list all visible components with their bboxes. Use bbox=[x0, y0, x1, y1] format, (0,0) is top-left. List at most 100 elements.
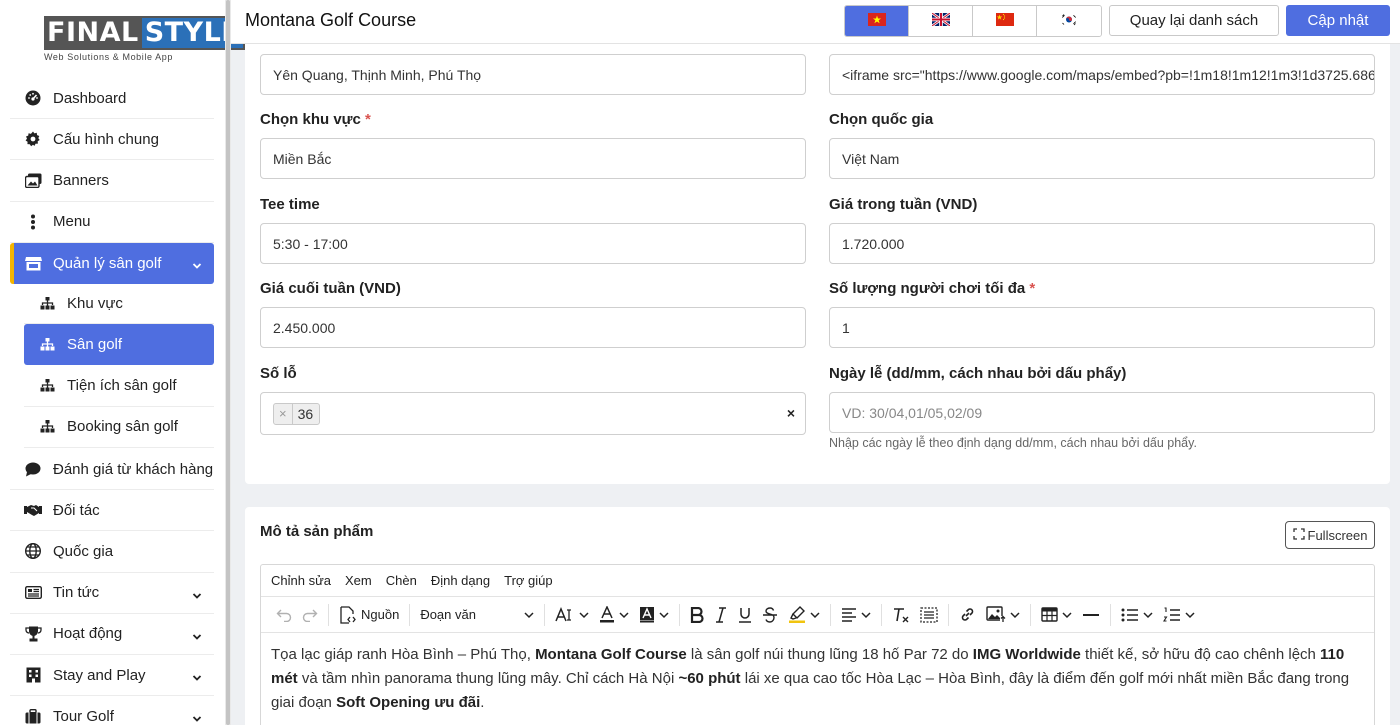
sidebar-subitem-region[interactable]: Khu vực bbox=[24, 283, 214, 325]
weekday-price-input[interactable]: 1.720.000 bbox=[829, 223, 1375, 264]
content-bold: IMG Worldwide bbox=[972, 646, 1081, 663]
sidebar-item-label: Tin tức bbox=[53, 584, 100, 602]
update-button[interactable]: Cập nhật bbox=[1286, 5, 1390, 36]
content-bold: Soft Opening ưu đãi bbox=[336, 694, 481, 711]
toolbar-separator bbox=[328, 603, 329, 626]
table-button[interactable] bbox=[1036, 601, 1077, 629]
insert-image-button[interactable] bbox=[981, 601, 1025, 629]
sidebar-item-label: Menu bbox=[53, 213, 91, 231]
weekday-price-field-label: Giá trong tuần (VND) bbox=[829, 196, 977, 213]
sidebar-item-menu[interactable]: Menu bbox=[10, 202, 214, 243]
menu-format[interactable]: Định dạng bbox=[431, 573, 490, 588]
country-label: Chọn quốc gia bbox=[829, 111, 934, 128]
sidebar-item-partners[interactable]: Đối tác bbox=[10, 490, 214, 532]
tee-time-field-label: Tee time bbox=[260, 196, 320, 213]
source-code-button[interactable]: Nguồn bbox=[334, 601, 404, 629]
menu-edit[interactable]: Chỉnh sửa bbox=[271, 573, 331, 588]
sidebar-nav: Dashboard Cấu hình chung Banners Menu Qu… bbox=[10, 78, 214, 284]
sidebar-item-label: Banners bbox=[53, 171, 109, 189]
lang-button-ko[interactable] bbox=[1037, 6, 1101, 36]
sidebar-nav-lower: Đánh giá từ khách hàng Đối tác Quốc gia … bbox=[10, 449, 214, 725]
address-input[interactable]: Yên Quang, Thịnh Minh, Phú Thọ bbox=[260, 54, 806, 95]
sidebar-item-news[interactable]: Tin tức bbox=[10, 573, 214, 614]
country-select[interactable]: Việt Nam bbox=[829, 138, 1375, 179]
sidebar-item-label: Dashboard bbox=[53, 89, 127, 107]
sidebar-subitem-golf-amenities[interactable]: Tiện ích sân golf bbox=[24, 365, 214, 407]
editor-content[interactable]: Tọa lạc giáp ranh Hòa Bình – Phú Thọ, Mo… bbox=[261, 633, 1374, 715]
sidebar-item-banners[interactable]: Banners bbox=[10, 160, 214, 202]
sidebar-item-label: Quản lý sân golf bbox=[53, 254, 162, 272]
holidays-label: Ngày lễ (dd/mm, cách nhau bởi dấu phẩy) bbox=[829, 365, 1127, 382]
holes-multiselect[interactable]: × 36 × bbox=[260, 392, 806, 435]
horizontal-line-icon[interactable] bbox=[1077, 601, 1105, 629]
description-card: Mô tả sản phẩm Fullscreen Chỉnh sửa Xem … bbox=[245, 507, 1390, 725]
toolbar-separator bbox=[830, 603, 832, 626]
sidebar-item-label: Hoạt động bbox=[53, 625, 123, 643]
bullet-list-button[interactable] bbox=[1116, 601, 1158, 629]
sitemap-icon bbox=[38, 418, 56, 436]
region-select[interactable]: Miền Bắc bbox=[260, 138, 806, 179]
max-players-field-label: Số lượng người chơi tối đa * bbox=[829, 280, 1035, 297]
finalstyle-logo[interactable]: FINAL STYLE Web Solutions & Mobile App bbox=[44, 16, 246, 64]
numbered-list-button[interactable] bbox=[1158, 601, 1200, 629]
lang-button-en[interactable] bbox=[909, 6, 973, 36]
tag-remove-icon[interactable]: × bbox=[274, 403, 293, 424]
sidebar-item-tour-golf[interactable]: Tour Golf bbox=[10, 696, 214, 725]
menu-help[interactable]: Trợ giúp bbox=[504, 573, 553, 588]
newspaper-icon bbox=[24, 584, 42, 602]
font-size-button[interactable] bbox=[550, 601, 594, 629]
highlight-icon[interactable] bbox=[783, 601, 825, 629]
tee-time-input[interactable]: 5:30 - 17:00 bbox=[260, 223, 806, 264]
italic-icon[interactable] bbox=[709, 601, 733, 629]
sidebar-item-dashboard[interactable]: Dashboard bbox=[10, 78, 214, 120]
weekend-price-input[interactable]: 2.450.000 bbox=[260, 307, 806, 348]
sitemap-icon bbox=[38, 376, 56, 394]
globe-icon bbox=[24, 542, 42, 560]
link-icon[interactable] bbox=[954, 601, 981, 629]
sidebar-subitem-golf-course[interactable]: Sân golf bbox=[24, 324, 214, 366]
sidebar-item-golf-management[interactable]: Quản lý sân golf bbox=[10, 242, 214, 284]
sidebar-item-reviews[interactable]: Đánh giá từ khách hàng bbox=[10, 449, 214, 491]
max-players-input[interactable]: 1 bbox=[829, 307, 1375, 348]
sidebar-item-activities[interactable]: Hoạt động bbox=[10, 614, 214, 655]
block-format-select[interactable]: Đoạn văn bbox=[415, 601, 539, 629]
sidebar-subitem-golf-booking[interactable]: Booking sân golf bbox=[24, 407, 214, 448]
sidebar-item-countries[interactable]: Quốc gia bbox=[10, 531, 214, 573]
fullscreen-button[interactable]: Fullscreen bbox=[1285, 521, 1375, 549]
chevron-down-icon bbox=[192, 258, 202, 275]
toolbar-separator bbox=[948, 603, 950, 626]
select-all-icon[interactable] bbox=[915, 601, 943, 629]
text-color-button[interactable] bbox=[594, 601, 634, 629]
font-size-icon bbox=[555, 606, 575, 623]
menu-insert[interactable]: Chèn bbox=[386, 573, 417, 588]
editor-menubar: Chỉnh sửa Xem Chèn Định dạng Trợ giúp bbox=[261, 565, 1374, 597]
menu-view[interactable]: Xem bbox=[345, 573, 372, 588]
holidays-input[interactable]: VD: 30/04,01/05,02/09 bbox=[829, 392, 1375, 433]
back-to-list-button[interactable]: Quay lại danh sách bbox=[1109, 5, 1279, 36]
toolbar-separator bbox=[881, 603, 883, 626]
gear-icon bbox=[24, 130, 42, 148]
chevron-down-icon bbox=[192, 711, 202, 725]
logo-word-final: FINAL bbox=[44, 16, 142, 50]
sidebar-scrollbar-thumb[interactable] bbox=[226, 0, 230, 725]
strikethrough-icon[interactable] bbox=[757, 601, 783, 629]
toolbar-separator bbox=[1110, 603, 1112, 626]
chevron-down-icon bbox=[579, 611, 589, 619]
sidebar-item-stay-and-play[interactable]: Stay and Play bbox=[10, 655, 214, 697]
clear-selection-icon[interactable]: × bbox=[787, 405, 795, 421]
map-embed-input[interactable]: <iframe src="https://www.google.com/maps… bbox=[829, 54, 1375, 95]
background-color-button[interactable] bbox=[634, 601, 674, 629]
lang-button-zh[interactable] bbox=[973, 6, 1037, 36]
sidebar-item-general-config[interactable]: Cấu hình chung bbox=[10, 119, 214, 161]
align-button[interactable] bbox=[836, 601, 876, 629]
chevron-down-icon bbox=[524, 611, 534, 619]
undo-icon[interactable] bbox=[271, 601, 297, 629]
lang-button-vi[interactable] bbox=[845, 6, 909, 36]
bold-icon[interactable] bbox=[685, 601, 709, 629]
sitemap-icon bbox=[38, 294, 56, 312]
clear-formatting-icon[interactable] bbox=[887, 601, 915, 629]
underline-icon[interactable] bbox=[733, 601, 757, 629]
redo-icon[interactable] bbox=[297, 601, 323, 629]
content-text: thiết kế, sở hữu độ cao chênh lệch bbox=[1080, 646, 1321, 663]
sidebar: FINAL STYLE Web Solutions & Mobile App D… bbox=[0, 0, 246, 725]
